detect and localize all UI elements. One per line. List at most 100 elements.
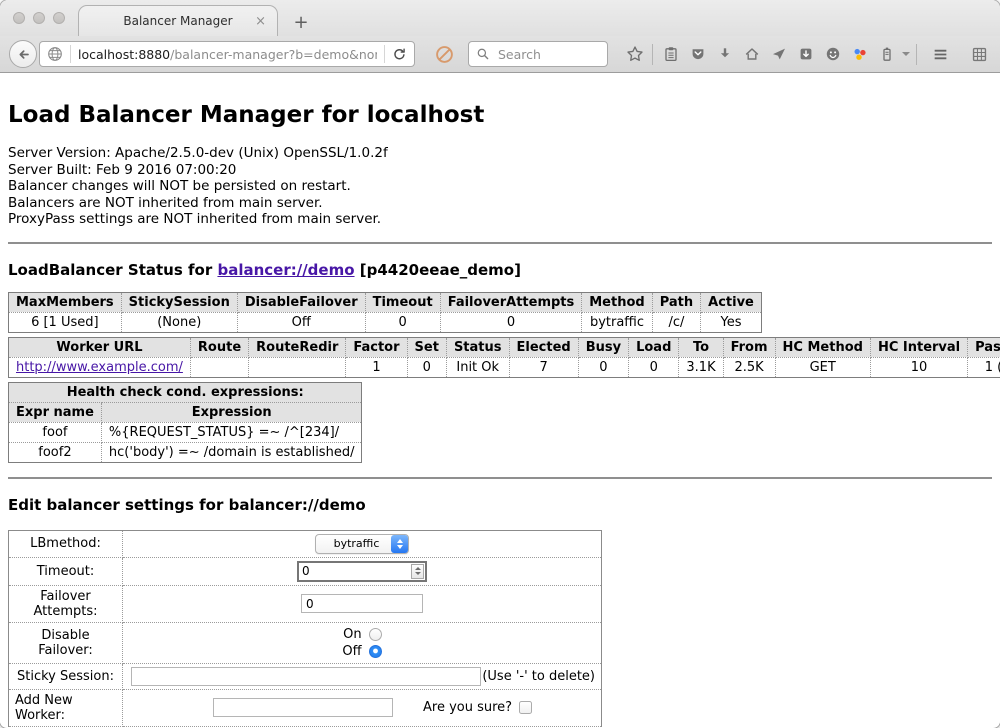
col-header: From (723, 337, 775, 357)
cell: Yes (701, 312, 762, 332)
table-row: foof2 hc('body') =~ /domain is establish… (9, 442, 362, 462)
table-row: foof %{REQUEST_STATUS} =~ /^[234]/ (9, 422, 362, 442)
window-controls (13, 12, 65, 24)
toolbar-separator (652, 44, 653, 65)
col-header: Status (446, 337, 509, 357)
page-title: Load Balancer Manager for localhost (8, 102, 992, 128)
are-you-sure-checkbox[interactable] (519, 701, 532, 714)
tab-title: Balancer Manager (123, 14, 232, 28)
url-text[interactable]: localhost:8880/balancer-manager?b=demo&n… (78, 47, 377, 62)
table-row: http://www.example.com/ 1 0 Init Ok 7 0 … (9, 357, 1000, 377)
col-header: RouteRedir (249, 337, 346, 357)
worker-url-cell: http://www.example.com/ (9, 357, 191, 377)
col-header: Set (407, 337, 446, 357)
timeout-field (297, 561, 427, 582)
cell (190, 357, 248, 377)
globe-icon[interactable] (47, 46, 63, 62)
browser-tab[interactable]: Balancer Manager × (78, 5, 278, 36)
sticky-session-hint: (Use '-' to delete) (482, 669, 595, 684)
search-input[interactable] (496, 46, 600, 63)
table-row: 6 [1 Used] (None) Off 0 0 bytraffic /c/ … (9, 312, 762, 332)
bookmark-star-icon[interactable] (621, 41, 648, 68)
clipboard-icon[interactable] (657, 41, 684, 68)
col-header: Factor (346, 337, 407, 357)
sticky-session-input[interactable] (131, 667, 481, 686)
timeout-label: Timeout: (9, 557, 123, 585)
col-header: MaxMembers (9, 292, 122, 312)
reload-button[interactable] (392, 47, 407, 62)
number-stepper-icon[interactable] (411, 564, 424, 579)
cell: 7 (509, 357, 578, 377)
url-bar[interactable]: localhost:8880/balancer-manager?b=demo&n… (39, 41, 415, 67)
cell: 0 (407, 357, 446, 377)
pocket-icon[interactable] (684, 41, 711, 68)
cell: (None) (121, 312, 237, 332)
balancer-demo-link[interactable]: balancer://demo (217, 261, 354, 279)
table-header-row: Worker URL Route RouteRedir Factor Set S… (9, 337, 1000, 357)
disable-failover-label: Disable Failover: (9, 622, 123, 663)
timeout-input[interactable] (299, 564, 411, 578)
failover-attempts-label: Failover Attempts: (9, 585, 123, 622)
download-icon[interactable] (711, 41, 738, 68)
urlbar-divider (384, 45, 385, 63)
radio-on[interactable] (369, 628, 382, 641)
col-header: Expr name (9, 402, 102, 422)
tab-close-icon[interactable]: × (255, 15, 266, 28)
search-bar[interactable] (468, 41, 608, 67)
home-icon[interactable] (738, 41, 765, 68)
url-path: /balancer-manager?b=demo&nonce=decc37be-… (170, 47, 377, 62)
cell: foof2 (9, 442, 102, 462)
sticky-session-label: Sticky Session: (9, 663, 123, 689)
navigation-toolbar: localhost:8880/balancer-manager?b=demo&n… (0, 36, 1000, 73)
balancer-settings-form: LBmethod: bytraffic Timeout: (8, 530, 602, 728)
add-worker-input[interactable] (213, 698, 393, 717)
cell: 3.1K (679, 357, 723, 377)
radio-off[interactable] (369, 645, 382, 658)
cell: 0 (578, 357, 628, 377)
close-window-button[interactable] (13, 12, 25, 24)
cell: Off (237, 312, 365, 332)
save-to-device-icon[interactable] (792, 41, 819, 68)
smiley-icon[interactable] (819, 41, 846, 68)
server-version-line: Server Version: Apache/2.5.0-dev (Unix) … (8, 145, 992, 162)
color-dots-icon[interactable] (846, 41, 873, 68)
table-title-row: Health check cond. expressions: (9, 382, 362, 402)
edit-settings-heading: Edit balancer settings for balancer://de… (8, 496, 992, 514)
col-header: HC Interval (870, 337, 967, 357)
content-blocked-icon[interactable] (435, 45, 454, 64)
cell: %{REQUEST_STATUS} =~ /^[234]/ (101, 422, 362, 442)
col-header: Elected (509, 337, 578, 357)
urlbar-divider (70, 45, 71, 63)
send-icon[interactable] (765, 41, 792, 68)
zoom-window-button[interactable] (53, 12, 65, 24)
col-header: To (679, 337, 723, 357)
col-header: Load (629, 337, 679, 357)
cell: /c/ (652, 312, 700, 332)
section-divider (8, 242, 992, 244)
back-button[interactable] (9, 40, 37, 68)
add-worker-label: Add New Worker: (9, 689, 123, 726)
cell: foof (9, 422, 102, 442)
cell: bytraffic (582, 312, 652, 332)
table-header-row: Expr name Expression (9, 402, 362, 422)
new-tab-button[interactable]: + (286, 8, 316, 36)
lbmethod-select[interactable]: bytraffic (315, 534, 410, 554)
cell: 1 (346, 357, 407, 377)
persist-warning-line: Balancer changes will NOT be persisted o… (8, 178, 992, 195)
form-row-timeout: Timeout: (9, 557, 602, 585)
cell: 6 [1 Used] (9, 312, 122, 332)
cell: 0 (629, 357, 679, 377)
col-header: FailoverAttempts (440, 292, 582, 312)
balancers-inherit-line: Balancers are NOT inherited from main se… (8, 195, 992, 212)
minimize-window-button[interactable] (33, 12, 45, 24)
grid-extension-icon[interactable] (966, 41, 993, 68)
dropdown-caret-icon[interactable] (902, 52, 910, 56)
search-icon (476, 47, 490, 61)
form-row-failover-attempts: Failover Attempts: (9, 585, 602, 622)
section-divider (8, 477, 992, 479)
worker-url-link[interactable]: http://www.example.com/ (16, 360, 183, 375)
menu-icon[interactable] (927, 41, 954, 68)
failover-attempts-input[interactable] (301, 594, 423, 613)
radio-on-label: On (343, 627, 361, 642)
battery-icon[interactable] (873, 41, 900, 68)
